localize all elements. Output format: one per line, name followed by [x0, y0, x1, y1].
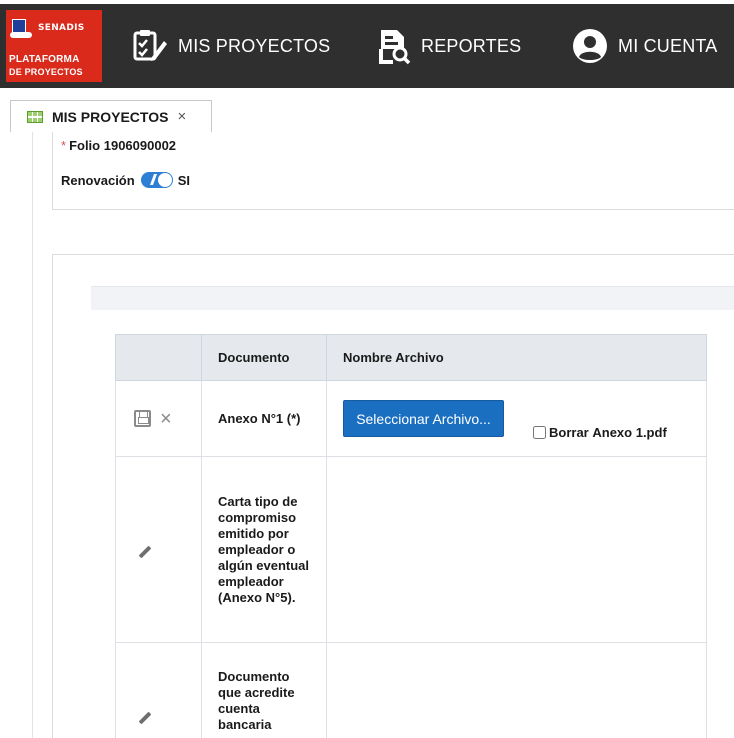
- table-header-row: Documento Nombre Archivo: [115, 334, 707, 381]
- row-actions: [115, 456, 202, 643]
- nav-reportes[interactable]: REPORTES: [377, 26, 521, 66]
- delete-file-option[interactable]: Borrar Anexo 1.pdf: [533, 425, 667, 440]
- column-header-actions: [115, 334, 202, 381]
- file-name: Anexo 1.pdf: [592, 425, 667, 440]
- check-icon: [143, 174, 157, 185]
- user-circle-icon: [572, 28, 608, 64]
- project-info-panel: * Folio 1906090002 Renovación SI: [52, 132, 734, 210]
- edit-pencil-icon[interactable]: [138, 711, 152, 725]
- renovacion-value: SI: [177, 172, 190, 188]
- nombre-archivo-cell: [326, 642, 707, 738]
- nav-label: MIS PROYECTOS: [178, 35, 331, 56]
- renovacion-label: Renovación: [61, 172, 135, 188]
- save-icon[interactable]: [134, 410, 151, 427]
- documento-cell: Carta tipo de compromiso emitido por emp…: [201, 456, 327, 643]
- column-header-documento: Documento: [201, 334, 327, 381]
- tab-strip: MIS PROYECTOS ×: [0, 92, 734, 132]
- row-actions: [115, 642, 202, 738]
- table-row: Documento que acredite cuenta bancaria: [115, 642, 707, 738]
- logo-line-2: DE PROYECTOS: [9, 67, 83, 77]
- government-emblem-icon: [10, 17, 36, 39]
- delete-label: Borrar: [549, 425, 589, 440]
- nombre-archivo-cell: Seleccionar Archivo... Borrar Anexo 1.pd…: [326, 380, 707, 457]
- row-actions: ×: [115, 380, 202, 457]
- nav-mi-cuenta[interactable]: MI CUENTA: [572, 26, 717, 66]
- logo-org-name: SENADIS: [38, 23, 85, 33]
- cancel-icon[interactable]: ×: [160, 409, 172, 429]
- grid-icon: [27, 110, 43, 123]
- left-divider: [32, 132, 33, 738]
- report-search-icon: [377, 27, 411, 65]
- documento-cell: Anexo N°1 (*): [201, 380, 327, 457]
- nombre-archivo-cell: [326, 456, 707, 643]
- logo-line-1: PLATAFORMA: [9, 54, 80, 65]
- nav-label: MI CUENTA: [618, 35, 718, 56]
- top-navbar: SENADIS PLATAFORMA DE PROYECTOS MIS PROY…: [0, 0, 734, 92]
- edit-pencil-icon[interactable]: [138, 545, 152, 559]
- nav-mis-proyectos[interactable]: MIS PROYECTOS: [130, 26, 330, 66]
- delete-file-checkbox[interactable]: [533, 426, 546, 439]
- renovacion-toggle[interactable]: [140, 172, 173, 188]
- documents-toolbar: [91, 286, 734, 310]
- required-mark: *: [61, 138, 67, 153]
- app-logo[interactable]: SENADIS PLATAFORMA DE PROYECTOS: [6, 10, 102, 82]
- documento-text: Documento que acredite cuenta bancaria: [218, 668, 295, 732]
- table-row: Carta tipo de compromiso emitido por emp…: [115, 456, 707, 643]
- folio-label: Folio: [69, 138, 101, 153]
- tab-close-button[interactable]: ×: [177, 108, 186, 125]
- column-header-nombre-archivo: Nombre Archivo: [326, 334, 707, 381]
- select-file-button[interactable]: Seleccionar Archivo...: [343, 400, 504, 437]
- table-row: × Anexo N°1 (*) Seleccionar Archivo... B…: [115, 380, 707, 457]
- tab-label: MIS PROYECTOS: [52, 108, 169, 125]
- clipboard-edit-icon: [130, 27, 168, 65]
- renovacion-field: Renovación SI: [61, 172, 190, 188]
- nav-label: REPORTES: [421, 35, 522, 56]
- folio-value: 1906090002: [103, 138, 177, 153]
- folio-field: * Folio 1906090002: [61, 138, 176, 153]
- documento-cell: Documento que acredite cuenta bancaria: [201, 642, 327, 738]
- documents-table: Documento Nombre Archivo × Anexo N°1 (*)…: [115, 334, 707, 738]
- tab-mis-proyectos[interactable]: MIS PROYECTOS ×: [10, 100, 212, 132]
